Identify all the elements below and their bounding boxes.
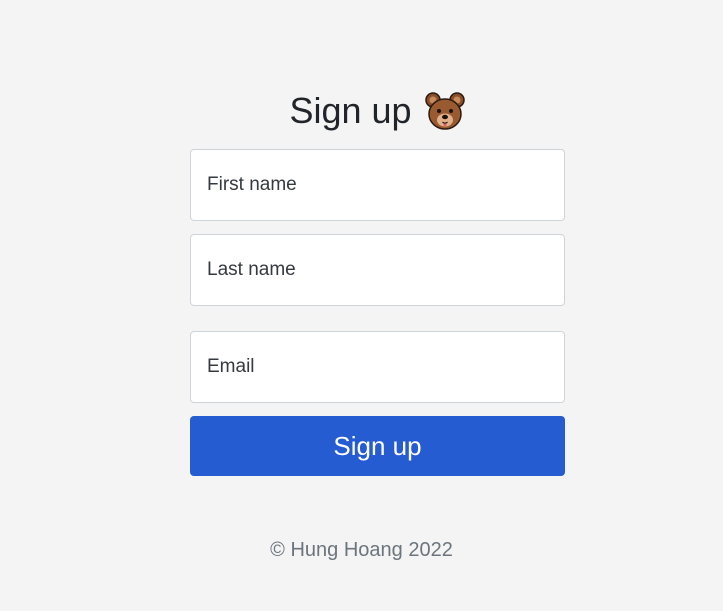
first-name-field-wrapper bbox=[190, 149, 565, 221]
email-field-wrapper bbox=[190, 331, 565, 403]
first-name-field[interactable] bbox=[191, 150, 564, 220]
email-field[interactable] bbox=[191, 332, 564, 402]
form-header: Sign up bbox=[190, 86, 565, 136]
bear-face-icon bbox=[424, 90, 466, 132]
last-name-field-wrapper bbox=[190, 234, 565, 306]
page-title: Sign up bbox=[289, 90, 412, 131]
last-name-field[interactable] bbox=[191, 235, 564, 305]
copyright-footer: © Hung Hoang 2022 bbox=[270, 539, 453, 561]
signup-form: Sign up Sign up bbox=[190, 86, 565, 476]
sign-up-button[interactable]: Sign up bbox=[190, 416, 565, 476]
